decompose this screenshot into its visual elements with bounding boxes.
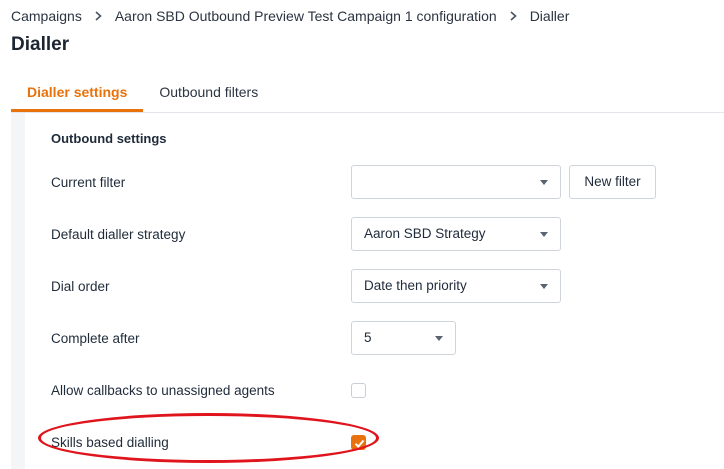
- allow-callbacks-checkbox[interactable]: [351, 383, 366, 398]
- page-title: Dialler: [11, 34, 70, 55]
- default-dialler-strategy-select[interactable]: Aaron SBD Strategy: [351, 217, 561, 251]
- current-filter-label: Current filter: [51, 175, 126, 190]
- allow-callbacks-label: Allow callbacks to unassigned agents: [51, 383, 275, 398]
- skills-based-dialling-label: Skills based dialling: [51, 435, 169, 450]
- skills-based-dialling-checkbox[interactable]: [351, 435, 366, 450]
- breadcrumb-campaign-configuration[interactable]: Aaron SBD Outbound Preview Test Campaign…: [115, 8, 497, 24]
- caret-down-icon: [540, 180, 548, 185]
- dial-order-value: Date then priority: [364, 278, 467, 293]
- current-filter-select[interactable]: [351, 165, 561, 199]
- default-dialler-strategy-value: Aaron SBD Strategy: [364, 226, 486, 241]
- dial-order-label: Dial order: [51, 279, 110, 294]
- chevron-right-icon: [95, 11, 102, 21]
- tab-outbound-filters[interactable]: Outbound filters: [143, 74, 274, 112]
- tab-dialler-settings[interactable]: Dialler settings: [11, 74, 144, 112]
- complete-after-select[interactable]: 5: [351, 321, 456, 355]
- caret-down-icon: [435, 336, 443, 341]
- dial-order-select[interactable]: Date then priority: [351, 269, 561, 303]
- panel-side-stripe: [11, 113, 25, 469]
- chevron-right-icon: [510, 11, 517, 21]
- section-title-outbound-settings: Outbound settings: [51, 131, 167, 146]
- complete-after-label: Complete after: [51, 331, 140, 346]
- tab-bar: Dialler settings Outbound filters: [11, 74, 724, 113]
- settings-panel: Outbound settings Current filter New fil…: [11, 113, 724, 469]
- new-filter-button[interactable]: New filter: [569, 165, 656, 199]
- caret-down-icon: [540, 232, 548, 237]
- default-dialler-strategy-label: Default dialler strategy: [51, 227, 186, 242]
- breadcrumb-campaigns[interactable]: Campaigns: [11, 8, 82, 24]
- breadcrumb: Campaigns Aaron SBD Outbound Preview Tes…: [11, 6, 569, 26]
- complete-after-value: 5: [364, 330, 372, 345]
- caret-down-icon: [540, 284, 548, 289]
- check-icon: [354, 439, 365, 448]
- breadcrumb-dialler: Dialler: [529, 8, 570, 24]
